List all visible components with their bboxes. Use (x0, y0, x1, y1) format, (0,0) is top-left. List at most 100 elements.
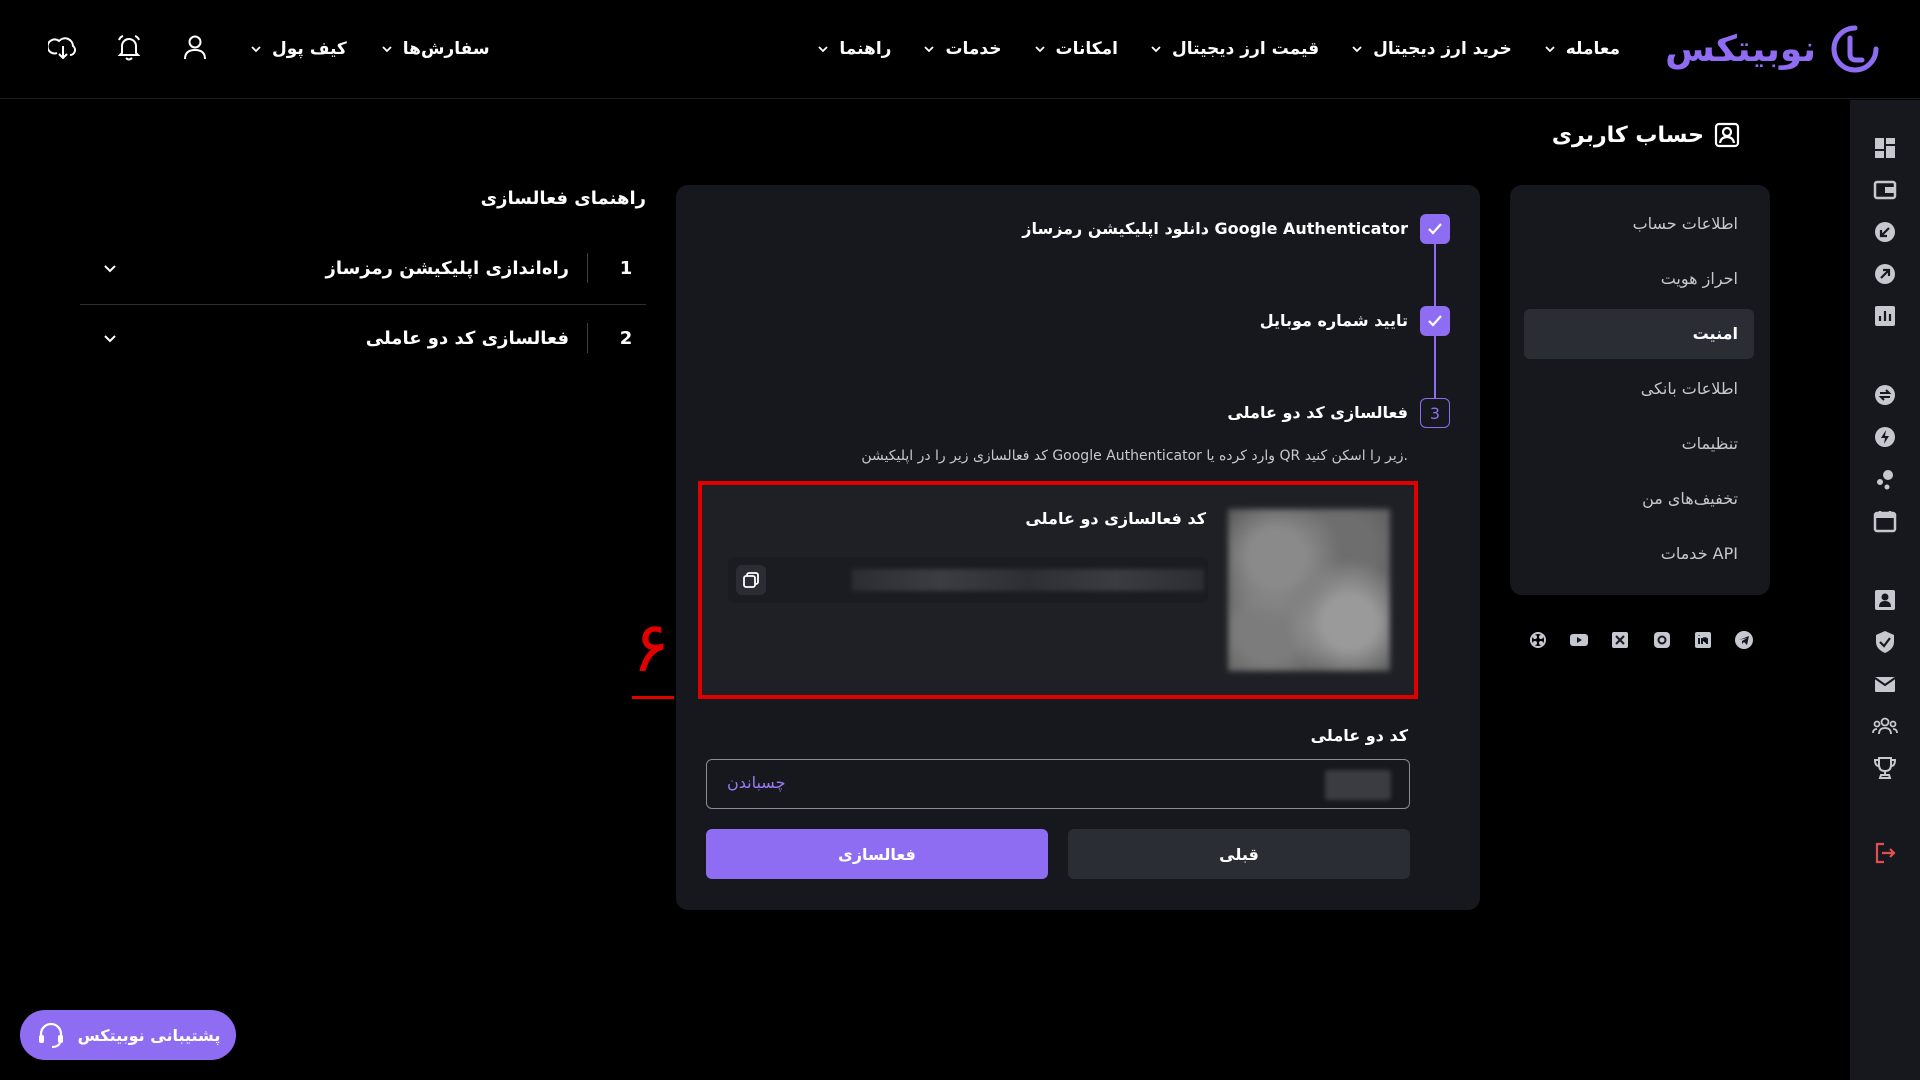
exchange-icon[interactable] (1872, 382, 1898, 408)
nav-wallet[interactable]: کیف پول (250, 39, 347, 59)
activation-code-value (852, 569, 1204, 591)
nav-services[interactable]: خدمات (923, 39, 1002, 59)
nav-features[interactable]: امکانات (1034, 39, 1118, 59)
dashboard-icon[interactable] (1872, 135, 1898, 161)
guide-divider (80, 304, 646, 305)
shield-icon[interactable] (1872, 629, 1898, 655)
two-factor-card: دانلود اپلیکیشن رمزساز Google Authentica… (676, 185, 1480, 910)
menu-account-info[interactable]: اطلاعات حساب (1524, 199, 1754, 249)
activate-button[interactable]: فعالسازی (706, 829, 1048, 879)
copy-icon (743, 572, 759, 588)
side-rail (1850, 100, 1920, 1080)
mail-icon[interactable] (1872, 671, 1898, 697)
top-icons (48, 32, 210, 62)
social-links (1528, 628, 1754, 652)
download-app-icon[interactable] (48, 32, 78, 62)
account-icon (1714, 122, 1740, 148)
nav-help[interactable]: راهنما (817, 39, 891, 59)
step-3-label: فعالسازی کد دو عاملی (1227, 403, 1408, 422)
bolt-icon[interactable] (1872, 424, 1898, 450)
brand-name: نوبیتکس (1665, 28, 1816, 70)
check-icon (1428, 315, 1442, 327)
step-2-label: تایید شماره موبایل (1259, 311, 1408, 330)
profile-icon[interactable] (1872, 587, 1898, 613)
nobitex-logo-icon (1830, 24, 1880, 74)
check-icon (1428, 223, 1442, 235)
main-nav: معامله خرید ارز دیجیتال قیمت ارز دیجیتال… (817, 30, 1620, 68)
referral-icon[interactable] (1872, 713, 1898, 739)
guide-item-number: 1 (619, 257, 633, 279)
tfa-label: کد دو عاملی (1310, 726, 1408, 745)
nav-orders[interactable]: سفارش‌ها (381, 39, 490, 59)
x-icon[interactable] (1610, 630, 1630, 650)
deposit-icon[interactable] (1872, 219, 1898, 245)
annotation-number: ۶ (632, 606, 670, 688)
nav-crypto-prices[interactable]: قیمت ارز دیجیتال (1150, 39, 1319, 59)
linkedin-icon[interactable] (1693, 630, 1713, 650)
page-title: حساب کاربری (1552, 122, 1740, 148)
tfa-input[interactable] (817, 764, 1317, 804)
guide-separator (587, 253, 588, 283)
account-menu: اطلاعات حساب احراز هویت امنیت اطلاعات با… (1510, 185, 1770, 595)
menu-bank-info[interactable]: اطلاعات بانکی (1524, 364, 1754, 414)
tfa-redacted (1325, 770, 1391, 800)
logout-icon[interactable] (1872, 840, 1898, 866)
chart-icon[interactable] (1872, 303, 1898, 329)
staking-icon[interactable] (1872, 466, 1898, 492)
menu-discounts[interactable]: تخفیف‌های من (1524, 474, 1754, 524)
support-button[interactable]: پشتیبانی نوبیتکس (20, 1010, 236, 1060)
copy-button[interactable] (736, 565, 766, 595)
tfa-field: چسباندن (706, 759, 1410, 809)
youtube-icon[interactable] (1569, 630, 1589, 650)
nav-buy-crypto[interactable]: خرید ارز دیجیتال (1351, 39, 1512, 59)
headset-icon (36, 1020, 66, 1050)
menu-kyc[interactable]: احراز هویت (1524, 254, 1754, 304)
chevron-down-icon (250, 43, 262, 55)
step-1-label: دانلود اپلیکیشن رمزساز Google Authentica… (1022, 219, 1408, 238)
trophy-icon[interactable] (1872, 755, 1898, 781)
guide-item-text: راه‌اندازی اپلیکیشن رمزساز (325, 257, 569, 279)
activation-code-box: کد فعالسازی دو عاملی (698, 481, 1418, 699)
chevron-down-icon (1034, 43, 1046, 55)
chevron-down-icon (1351, 43, 1363, 55)
user-icon[interactable] (180, 32, 210, 62)
guide-item-number: 2 (619, 327, 633, 349)
step-3-number: 3 (1420, 398, 1450, 428)
user-nav: سفارش‌ها کیف پول (250, 30, 490, 68)
bell-icon[interactable] (114, 32, 144, 62)
calendar-icon[interactable] (1872, 508, 1898, 534)
withdraw-icon[interactable] (1872, 261, 1898, 287)
step-2-check (1420, 306, 1450, 336)
guide-item-2[interactable]: 2 فعالسازی کد دو عاملی (80, 308, 646, 368)
qr-code (1228, 509, 1390, 671)
chevron-down-icon (1150, 43, 1162, 55)
chevron-down-icon (80, 260, 118, 276)
chevron-down-icon (80, 330, 118, 346)
previous-button[interactable]: قبلی (1068, 829, 1410, 879)
guide-item-text: فعالسازی کد دو عاملی (365, 327, 569, 349)
guide-title: راهنمای فعالسازی (480, 188, 646, 209)
chevron-down-icon (381, 43, 393, 55)
nav-trade[interactable]: معامله (1544, 39, 1620, 59)
guide-item-1[interactable]: 1 راه‌اندازی اپلیکیشن رمزساز (80, 238, 646, 298)
aparat-icon[interactable] (1528, 630, 1548, 650)
step-connector (1434, 336, 1436, 398)
menu-api[interactable]: خدمات API (1524, 529, 1754, 579)
top-bar: نوبیتکس معامله خرید ارز دیجیتال قیمت ارز… (0, 0, 1920, 99)
wallet-icon[interactable] (1872, 177, 1898, 203)
chevron-down-icon (1544, 43, 1556, 55)
chevron-down-icon (923, 43, 935, 55)
menu-settings[interactable]: تنظیمات (1524, 419, 1754, 469)
paste-button[interactable]: چسباندن (727, 773, 785, 792)
instagram-icon[interactable] (1652, 630, 1672, 650)
step-1-check (1420, 214, 1450, 244)
brand-logo[interactable]: نوبیتکس (1665, 24, 1880, 74)
step-connector (1434, 244, 1436, 306)
menu-security[interactable]: امنیت (1524, 309, 1754, 359)
annotation-underline (632, 696, 674, 699)
step-description: کد فعالسازی زیر را در اپلیکیشن Google Au… (861, 448, 1408, 464)
activation-code-title: کد فعالسازی دو عاملی (1025, 509, 1206, 528)
telegram-icon[interactable] (1734, 630, 1754, 650)
guide-separator (587, 323, 588, 353)
chevron-down-icon (817, 43, 829, 55)
